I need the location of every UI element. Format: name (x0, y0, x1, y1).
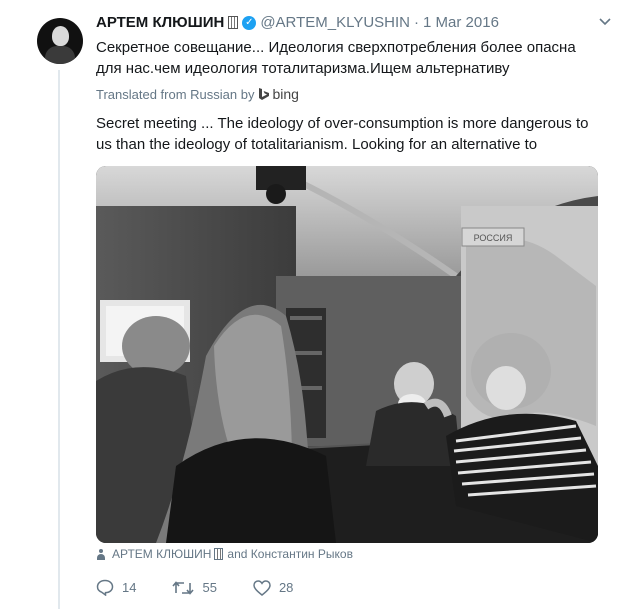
person-tag-icon (96, 548, 106, 560)
author-handle[interactable]: @ARTEM_KLYUSHIN (260, 14, 410, 31)
tweet-date[interactable]: 1 Mar 2016 (423, 14, 499, 31)
tagged-people[interactable]: АРТЕМ КЛЮШИН and Константин Рыков (96, 547, 353, 561)
translator-name: bing (272, 86, 299, 102)
tweet-text: Секретное совещание... Идеология сверхпо… (96, 39, 576, 77)
avatar-head (52, 26, 69, 46)
bing-logo-icon[interactable]: bing (258, 86, 299, 102)
retweet-icon (172, 580, 195, 596)
avatar-body (45, 46, 75, 64)
reply-button[interactable]: 14 (96, 579, 136, 596)
separator-dot: · (414, 14, 420, 31)
retweet-button[interactable]: 55 (172, 580, 217, 596)
photo-map-label: РОССИЯ (474, 233, 513, 243)
author-name[interactable]: АРТЕМ КЛЮШИН (96, 14, 224, 31)
like-button[interactable]: 28 (253, 579, 294, 596)
tagged-rest[interactable]: and Константин Рыков (227, 547, 353, 561)
translation-attribution: Translated from Russian by bing (96, 86, 299, 102)
tweet-header: АРТЕМ КЛЮШИН ✓ @ARTEM_KLYUSHIN · 1 Mar 2… (96, 14, 499, 31)
building-icon (228, 16, 239, 29)
reply-count: 14 (122, 580, 137, 595)
avatar[interactable] (37, 18, 83, 64)
tweet-actions: 14 55 28 (96, 579, 329, 596)
verified-badge-icon: ✓ (242, 15, 257, 30)
building-icon (214, 548, 224, 560)
retweet-count: 55 (202, 580, 217, 595)
reply-icon (96, 579, 114, 596)
heart-icon (253, 579, 271, 596)
translated-text: Secret meeting ... The ideology of over-… (96, 115, 589, 153)
thread-line (58, 70, 60, 609)
tagged-first[interactable]: АРТЕМ КЛЮШИН (112, 547, 211, 561)
tweet-photo[interactable]: РОССИЯ (96, 166, 598, 543)
translated-label: Translated from Russian by (96, 86, 255, 102)
like-count: 28 (278, 580, 294, 595)
chevron-down-icon[interactable] (597, 14, 613, 30)
